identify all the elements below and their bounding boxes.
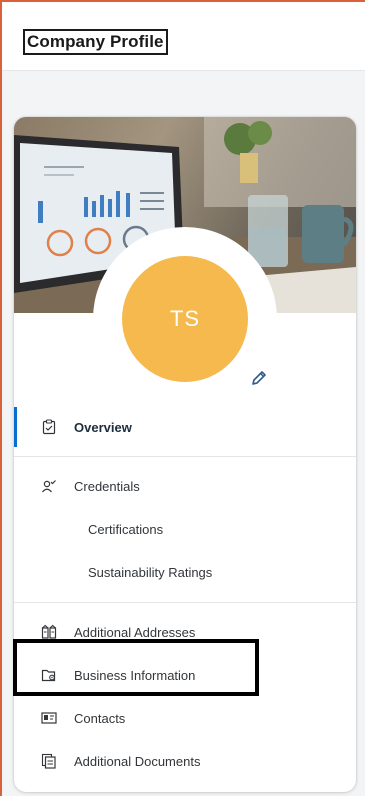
contact-card-icon bbox=[40, 709, 58, 727]
divider bbox=[14, 602, 356, 603]
nav-item-additional-documents[interactable]: Additional Documents bbox=[14, 741, 356, 781]
nav-subitem-certifications[interactable]: Certifications bbox=[88, 522, 163, 537]
nav-subitem-sustainability-ratings[interactable]: Sustainability Ratings bbox=[88, 565, 212, 580]
nav-label-additional-documents: Additional Documents bbox=[74, 753, 201, 769]
page-title: Company Profile bbox=[23, 29, 168, 55]
nav-label-overview: Overview bbox=[74, 419, 132, 435]
nav-label-additional-addresses: Additional Addresses bbox=[74, 624, 196, 640]
nav-item-overview[interactable]: Overview bbox=[14, 407, 356, 447]
nav-label-contacts: Contacts bbox=[74, 710, 126, 726]
nav-label-credentials: Credentials bbox=[74, 478, 140, 494]
documents-icon bbox=[40, 752, 58, 770]
folder-gear-icon bbox=[40, 666, 58, 684]
user-check-icon bbox=[40, 477, 58, 495]
buildings-icon bbox=[40, 623, 58, 641]
nav-item-contacts[interactable]: Contacts bbox=[14, 698, 356, 738]
avatar: TS bbox=[122, 256, 248, 382]
divider bbox=[14, 456, 356, 457]
nav-item-additional-addresses[interactable]: Additional Addresses bbox=[14, 612, 356, 652]
nav-item-credentials[interactable]: Credentials bbox=[14, 466, 356, 506]
nav-label-business-information: Business Information bbox=[74, 667, 196, 683]
active-indicator bbox=[14, 407, 17, 447]
page-header: Company Profile bbox=[2, 2, 365, 71]
profile-card: TS Overview Credentials Certifications S… bbox=[14, 117, 356, 792]
nav-item-business-information[interactable]: Business Information bbox=[14, 655, 356, 695]
clipboard-check-icon bbox=[40, 418, 58, 436]
pencil-icon[interactable] bbox=[250, 369, 268, 387]
